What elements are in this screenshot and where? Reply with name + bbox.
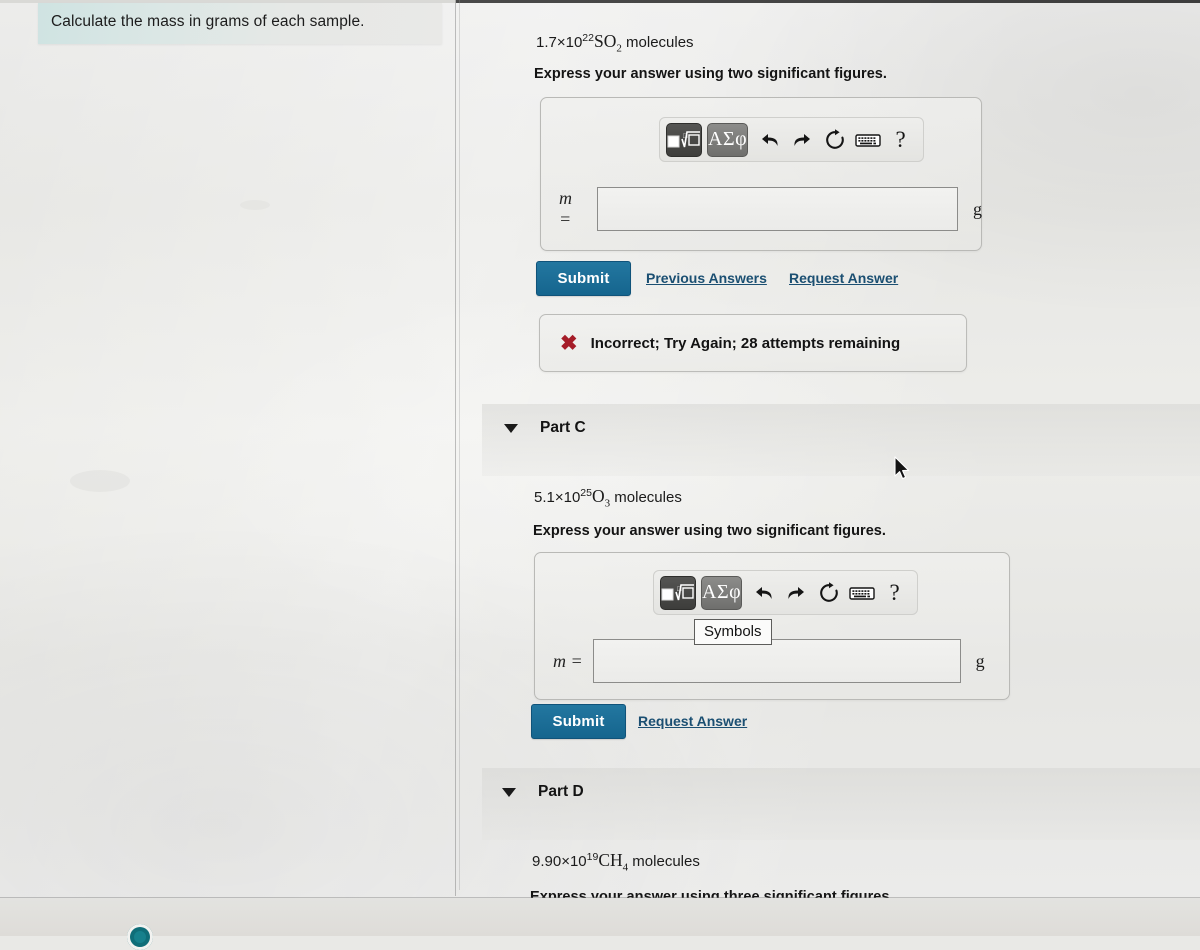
greek-symbols-button[interactable]: ΑΣφ bbox=[707, 122, 749, 157]
part-b-answer-row: m = g bbox=[559, 187, 982, 231]
part-b-answer-input[interactable] bbox=[597, 187, 958, 231]
keyboard-icon[interactable] bbox=[845, 576, 878, 610]
app-badge-icon[interactable] bbox=[127, 924, 153, 950]
greek-symbols-button[interactable]: ΑΣφ bbox=[701, 575, 743, 610]
greek-symbols-label: ΑΣφ bbox=[702, 581, 742, 603]
keyboard-icon[interactable] bbox=[851, 123, 884, 157]
part-b-request-answer-link[interactable]: Request Answer bbox=[789, 270, 898, 286]
part-c-answer-input[interactable] bbox=[592, 639, 961, 683]
part-c-instruction: Express your answer using two significan… bbox=[533, 523, 886, 539]
part-b-toolbar: □ ΑΣφ ? bbox=[659, 117, 924, 162]
redo-icon[interactable] bbox=[786, 123, 819, 157]
column-divider-line bbox=[455, 0, 456, 896]
problem-content-area: 1.7×1022SO2 molecules Express your answe… bbox=[460, 0, 1200, 936]
part-d-quantity: 9.90×10 bbox=[532, 853, 587, 870]
part-d-band bbox=[482, 768, 1200, 840]
math-template-button[interactable]: □ bbox=[666, 122, 702, 157]
part-c-label: Part C bbox=[540, 419, 586, 436]
part-c-exponent: 25 bbox=[580, 487, 592, 499]
reset-icon[interactable] bbox=[813, 576, 846, 610]
part-b-quantity: 1.7×10 bbox=[536, 34, 583, 51]
part-b-formula-tail: molecules bbox=[621, 34, 694, 51]
part-b-feedback-banner: ✖ Incorrect; Try Again; 28 attempts rema… bbox=[539, 314, 967, 372]
part-d-label: Part D bbox=[538, 783, 584, 800]
part-b-instruction: Express your answer using two significan… bbox=[534, 66, 887, 82]
part-c-toolbar: □ ΑΣφ ? bbox=[653, 570, 918, 615]
part-b-variable-label: m = bbox=[559, 188, 572, 229]
part-b-answer-widget: □ ΑΣφ ? m = g bbox=[540, 97, 982, 251]
part-c-variable-label: m = bbox=[553, 650, 583, 671]
part-b-formula: SO2 bbox=[593, 31, 622, 55]
part-c-answer-row: m = g bbox=[553, 639, 985, 683]
part-b-exponent: 22 bbox=[582, 32, 594, 44]
part-c-formula: O3 bbox=[591, 486, 611, 510]
math-template-button[interactable]: □ bbox=[660, 575, 696, 610]
part-d-formula: CH4 bbox=[598, 850, 629, 874]
part-b-submit-button[interactable]: Submit bbox=[536, 261, 631, 296]
part-d-header[interactable]: Part D bbox=[502, 783, 584, 801]
page-title: Calculate the mass in grams of each samp… bbox=[51, 13, 365, 30]
part-d-question: 9.90×1019CH4 molecules bbox=[532, 850, 700, 874]
incorrect-icon: ✖ bbox=[560, 331, 578, 355]
undo-icon[interactable] bbox=[747, 576, 780, 610]
bottom-toolbar-strip bbox=[0, 898, 1200, 936]
collapse-triangle-icon[interactable] bbox=[504, 423, 518, 433]
left-panel: Calculate the mass in grams of each samp… bbox=[0, 0, 457, 936]
part-c-unit-label: g bbox=[975, 650, 985, 671]
question-header-banner: Calculate the mass in grams of each samp… bbox=[38, 3, 442, 44]
part-c-submit-button[interactable]: Submit bbox=[531, 704, 626, 739]
reset-icon[interactable] bbox=[819, 123, 852, 157]
part-d-exponent: 19 bbox=[586, 851, 599, 863]
part-c-answer-widget: □ ΑΣφ ? m = g bbox=[534, 552, 1010, 700]
symbols-tooltip: Symbols bbox=[694, 619, 772, 645]
part-c-question: 5.1×1025O3 molecules bbox=[534, 486, 682, 510]
help-icon[interactable]: ? bbox=[884, 123, 917, 157]
undo-icon[interactable] bbox=[753, 123, 786, 157]
part-b-feedback-text: Incorrect; Try Again; 28 attempts remain… bbox=[590, 334, 901, 352]
part-b-question: 1.7×1022SO2 molecules bbox=[536, 31, 694, 55]
part-c-formula-tail: molecules bbox=[610, 489, 682, 506]
part-b-previous-answers-link[interactable]: Previous Answers bbox=[646, 270, 767, 286]
redo-icon[interactable] bbox=[780, 576, 813, 610]
part-b-unit-label: g bbox=[973, 198, 982, 219]
part-d-formula-tail: molecules bbox=[628, 853, 700, 870]
collapse-triangle-icon[interactable] bbox=[502, 787, 516, 797]
part-c-quantity: 5.1×10 bbox=[534, 489, 581, 506]
greek-symbols-label: ΑΣφ bbox=[708, 128, 748, 150]
part-c-band bbox=[482, 404, 1200, 476]
part-c-header[interactable]: Part C bbox=[504, 419, 586, 437]
help-icon[interactable]: ? bbox=[878, 576, 911, 610]
part-c-request-answer-link[interactable]: Request Answer bbox=[638, 713, 747, 729]
